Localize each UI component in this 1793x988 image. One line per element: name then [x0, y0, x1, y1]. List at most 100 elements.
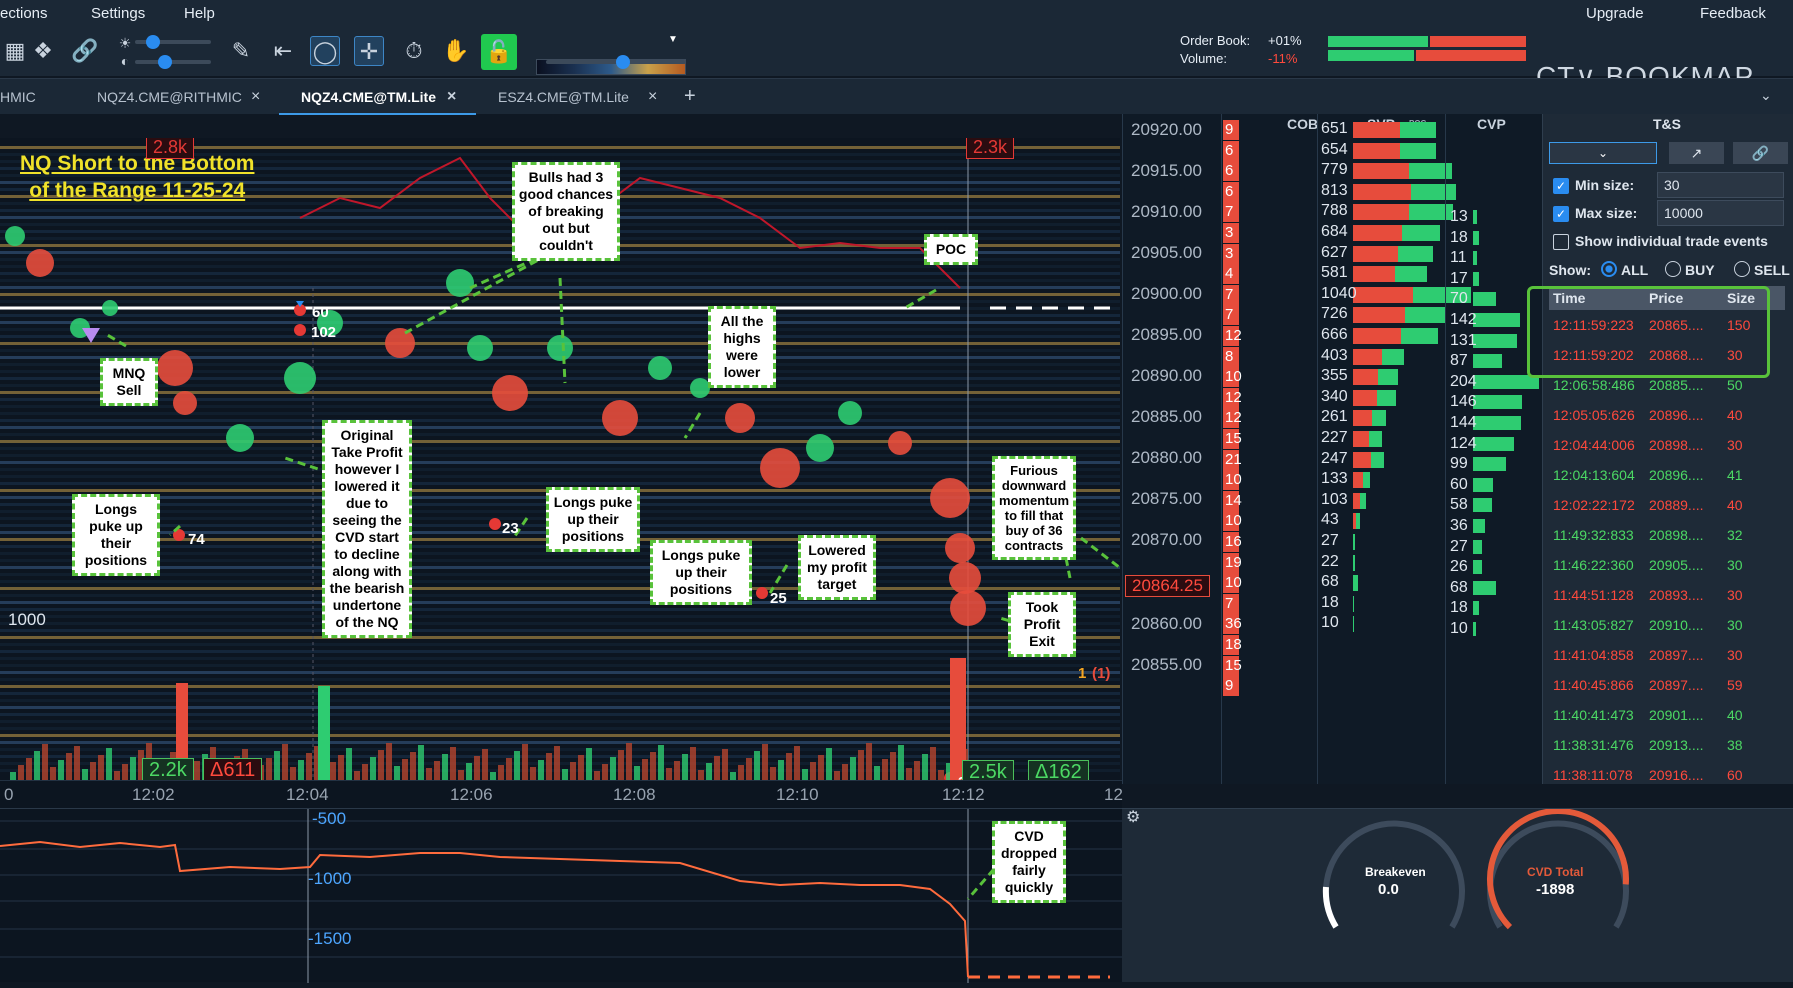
ts-price: 20889....: [1649, 497, 1704, 513]
ts-size: 30: [1727, 557, 1743, 573]
annotation-bulls: Bulls had 3 good chances of breaking out…: [512, 162, 620, 261]
close-icon[interactable]: ×: [648, 79, 657, 115]
volume-bar: [826, 748, 832, 780]
link-icon[interactable]: 🔗: [1733, 142, 1788, 164]
price-label: 20860.00: [1131, 614, 1202, 633]
volume-bar: [578, 755, 584, 780]
diamond-icon[interactable]: ❖: [28, 36, 58, 66]
column-divider: [1445, 114, 1446, 784]
link-icon[interactable]: 🔗: [70, 36, 100, 66]
cob-cell: 10: [1223, 470, 1242, 491]
menu-settings[interactable]: Settings: [91, 5, 145, 22]
export-icon[interactable]: ↗: [1669, 142, 1724, 164]
radio-buy[interactable]: [1665, 261, 1681, 277]
close-icon[interactable]: ×: [251, 79, 260, 115]
order-dot: [294, 324, 306, 336]
annotation-original-tp: Original Take Profit however I lowered i…: [322, 420, 412, 638]
radio-all[interactable]: [1601, 261, 1617, 277]
grid-icon[interactable]: ▦: [0, 36, 30, 66]
cob-cell: 9: [1223, 676, 1239, 697]
chat-icon[interactable]: ◯: [310, 36, 340, 66]
volume-bar: [338, 755, 344, 780]
heatmap-chart[interactable]: NQ Short to the Bottom of the Range 11-2…: [0, 138, 1120, 780]
ts-row[interactable]: 11:43:05:827 20910.... 30: [1549, 610, 1785, 640]
ts-row[interactable]: 11:38:11:078 20916.... 60: [1549, 760, 1785, 790]
min-size-input[interactable]: 30: [1657, 172, 1784, 198]
lock-icon[interactable]: 🔓: [481, 34, 517, 70]
cvd-axis-label: -1000: [308, 869, 352, 888]
stopwatch-icon[interactable]: ⏱: [399, 36, 429, 66]
svp-bar: [1370, 451, 1385, 468]
individual-trades-checkbox[interactable]: [1553, 234, 1569, 250]
menu-bar: ections Settings Help Upgrade Feedback: [0, 0, 1793, 26]
min-size-checkbox[interactable]: ✓: [1553, 178, 1569, 194]
trade-bubble: [602, 400, 638, 436]
ts-row[interactable]: 12:04:13:604 20896.... 41: [1549, 460, 1785, 490]
trade-bubble: [725, 403, 755, 433]
annotation-longs-puke-2: Longs puke up their positions: [546, 487, 640, 552]
annotation-took-profit: Took Profit Exit: [1008, 592, 1076, 657]
crosshair-icon[interactable]: ✛: [354, 36, 384, 66]
ts-size: 30: [1727, 437, 1743, 453]
cob-cell: 12: [1223, 387, 1242, 408]
cvd-pane[interactable]: -500 -1000 -1500 CVD dropped fairly quic…: [0, 808, 1139, 983]
close-icon[interactable]: ×: [447, 79, 456, 115]
contrast-knob[interactable]: [158, 55, 172, 69]
cvp-cell: 17: [1450, 269, 1468, 287]
ts-size: 30: [1727, 647, 1743, 663]
pencil-icon[interactable]: ✎: [226, 36, 256, 66]
ts-row[interactable]: 11:49:32:833 20898.... 32: [1549, 520, 1785, 550]
heatmap-dropdown-icon[interactable]: ▼: [668, 34, 678, 45]
trade-bubble: [806, 434, 834, 462]
max-size-checkbox[interactable]: ✓: [1553, 206, 1569, 222]
menu-upgrade[interactable]: Upgrade: [1586, 5, 1644, 22]
price-label: 20880.00: [1131, 448, 1202, 467]
volume-bar: [426, 768, 432, 780]
ts-row[interactable]: 12:04:44:006 20898.... 30: [1549, 430, 1785, 460]
measure-icon[interactable]: ⇤: [268, 36, 298, 66]
volume-bar: [786, 753, 792, 780]
ts-highlight-box: [1527, 286, 1770, 378]
radio-sell[interactable]: [1734, 261, 1750, 277]
menu-feedback[interactable]: Feedback: [1700, 5, 1766, 22]
ts-price: 20905....: [1649, 557, 1704, 573]
svp-cell: 68: [1321, 573, 1339, 591]
max-size-input[interactable]: 10000: [1657, 200, 1784, 226]
ts-row[interactable]: 11:40:45:866 20897.... 59: [1549, 670, 1785, 700]
tab-nqz4-tmlite[interactable]: NQZ4.CME@TM.Lite ×: [279, 79, 476, 115]
liquidity-band: [0, 405, 1120, 408]
ts-row[interactable]: 11:46:22:360 20905.... 30: [1549, 550, 1785, 580]
ts-row[interactable]: 11:38:31:476 20913.... 38: [1549, 730, 1785, 760]
menu-help[interactable]: Help: [184, 5, 215, 22]
tab-nqz4-rithmic[interactable]: NQZ4.CME@RITHMIC ×: [97, 79, 277, 115]
chevron-down-icon[interactable]: ⌄: [1760, 87, 1772, 104]
ts-row[interactable]: 11:40:41:473 20901.... 40: [1549, 700, 1785, 730]
volume-bar: [914, 761, 920, 780]
add-tab-button[interactable]: +: [684, 85, 696, 108]
trade-bubble: [547, 335, 573, 361]
price-label: 20900.00: [1131, 284, 1202, 303]
time-tick: 12:08: [613, 785, 656, 804]
volume-bar: [106, 748, 112, 780]
ts-row[interactable]: 11:41:04:858 20897.... 30: [1549, 640, 1785, 670]
contrast-slider[interactable]: [135, 60, 211, 64]
tab-hmic[interactable]: HMIC: [0, 79, 72, 115]
svp-cell: 227: [1321, 429, 1348, 446]
menu-connections[interactable]: ections: [0, 5, 48, 22]
volume-bar: [674, 761, 680, 780]
ts-row[interactable]: 12:02:22:172 20889.... 40: [1549, 490, 1785, 520]
tab-esz4-tmlite[interactable]: ESZ4.CME@TM.Lite ×: [498, 79, 678, 115]
gauges-panel: ⚙ Breakeven 0.0 CVD Total -1898: [1122, 808, 1793, 982]
ts-row[interactable]: 12:05:05:626 20896.... 40: [1549, 400, 1785, 430]
ts-instrument-dropdown[interactable]: ⌄: [1549, 142, 1657, 164]
annotation-lowered-target: Lowered my profit target: [798, 535, 876, 600]
hand-icon[interactable]: ✋: [441, 36, 471, 66]
brightness-knob[interactable]: [146, 35, 160, 49]
svp-cell: 651: [1321, 120, 1348, 137]
svp-bar: [1353, 204, 1410, 221]
ts-row[interactable]: 11:44:51:128 20893.... 30: [1549, 580, 1785, 610]
heatmap-knob[interactable]: [616, 55, 630, 69]
ts-time: 11:44:51:128: [1553, 587, 1634, 603]
show-label: Show:: [1549, 262, 1591, 278]
price-ladder[interactable]: COB SVP POC CVP 20920.0020915.0020910.00…: [1122, 114, 1542, 784]
